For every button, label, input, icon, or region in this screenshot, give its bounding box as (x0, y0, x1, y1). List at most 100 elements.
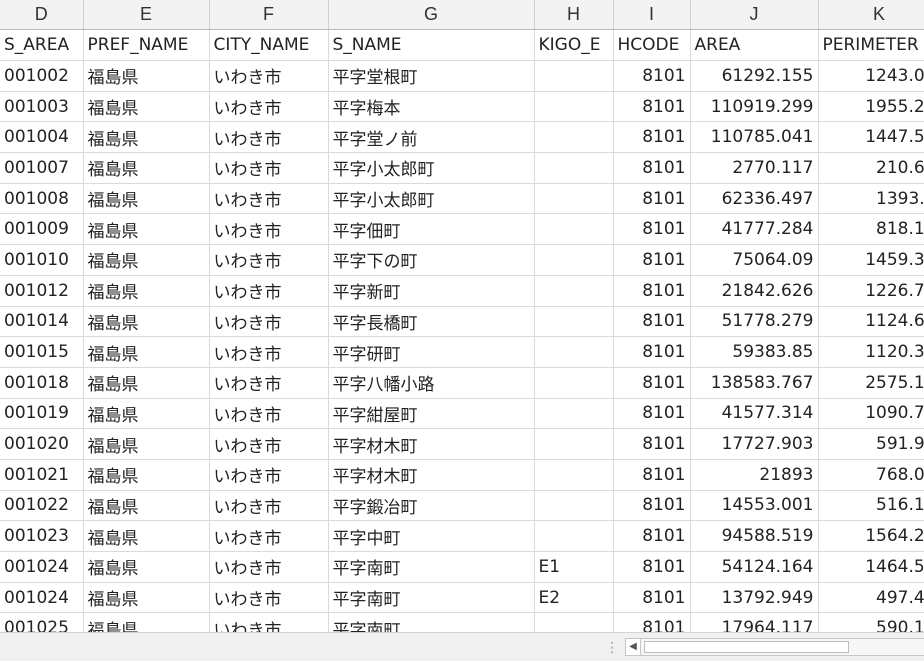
cell[interactable]: 8101 (613, 60, 691, 92)
cell[interactable] (534, 459, 614, 491)
cell[interactable]: 平字佃町 (328, 213, 535, 246)
cell[interactable]: 平字中町 (328, 520, 535, 552)
cell[interactable]: いわき市 (209, 367, 329, 399)
cell[interactable]: 001009 (0, 213, 84, 246)
cell[interactable]: 590.11 (818, 612, 924, 632)
cell[interactable]: 2575.17 (818, 367, 924, 399)
column-header-f[interactable]: F (209, 0, 329, 30)
cell[interactable] (534, 367, 614, 399)
cell[interactable] (534, 244, 614, 276)
cell[interactable]: 001002 (0, 60, 84, 92)
cell[interactable]: 21842.626 (690, 275, 819, 307)
cell[interactable] (534, 213, 614, 246)
cell[interactable] (534, 520, 614, 552)
cell[interactable]: 8101 (613, 91, 691, 123)
cell[interactable] (534, 275, 614, 307)
cell[interactable]: 8101 (613, 152, 691, 184)
column-header-d[interactable]: D (0, 0, 84, 30)
cell[interactable]: 8101 (613, 183, 691, 215)
cell[interactable]: 1447.55 (818, 121, 924, 154)
cell[interactable]: 1459.30 (818, 244, 924, 276)
cell[interactable]: 001003 (0, 91, 84, 123)
cell[interactable]: 平字堂ノ前 (328, 121, 535, 154)
cell[interactable] (534, 490, 614, 522)
cell[interactable]: 001024 (0, 582, 84, 614)
cell[interactable]: 1393.0 (818, 183, 924, 215)
cell[interactable]: E2 (534, 582, 614, 614)
cell[interactable]: 平字小太郎町 (328, 183, 535, 215)
field-cell-hcode[interactable]: HCODE (613, 29, 691, 61)
cell[interactable]: 13792.949 (690, 582, 819, 614)
cell[interactable] (534, 91, 614, 123)
cell[interactable]: 8101 (613, 367, 691, 399)
cell[interactable]: 福島県 (83, 91, 210, 123)
cell[interactable]: いわき市 (209, 520, 329, 552)
cell[interactable]: 001022 (0, 490, 84, 522)
cell[interactable]: 平字材木町 (328, 428, 535, 460)
cell[interactable]: いわき市 (209, 244, 329, 276)
cell[interactable]: いわき市 (209, 152, 329, 184)
cell[interactable]: 8101 (613, 520, 691, 552)
cell[interactable]: 1564.25 (818, 520, 924, 552)
cell[interactable]: 94588.519 (690, 520, 819, 552)
cell[interactable] (534, 428, 614, 460)
column-header-h[interactable]: H (534, 0, 614, 30)
field-cell-s-name[interactable]: S_NAME (328, 29, 535, 61)
cell[interactable]: いわき市 (209, 275, 329, 307)
cell[interactable]: 福島県 (83, 213, 210, 246)
cell[interactable]: 001010 (0, 244, 84, 276)
cell[interactable]: 8101 (613, 121, 691, 154)
cell[interactable]: 福島県 (83, 551, 210, 583)
cell[interactable]: 001004 (0, 121, 84, 154)
cell[interactable]: 平字南町 (328, 612, 535, 632)
cell[interactable]: 497.41 (818, 582, 924, 614)
cell[interactable]: 001007 (0, 152, 84, 184)
cell[interactable]: いわき市 (209, 582, 329, 614)
cell[interactable]: 8101 (613, 398, 691, 430)
column-header-e[interactable]: E (83, 0, 210, 30)
cell[interactable]: いわき市 (209, 551, 329, 583)
cell[interactable]: 516.19 (818, 490, 924, 522)
cell[interactable]: いわき市 (209, 60, 329, 92)
scroll-left-button[interactable]: ◀ (625, 638, 641, 656)
cell[interactable]: 8101 (613, 490, 691, 522)
cell[interactable]: 福島県 (83, 336, 210, 368)
cell[interactable]: 001023 (0, 520, 84, 552)
cell[interactable]: 福島県 (83, 183, 210, 215)
field-cell-perimeter[interactable]: PERIMETER (818, 29, 924, 61)
cell[interactable]: 8101 (613, 582, 691, 614)
cell[interactable]: 21893 (690, 459, 819, 491)
cell[interactable]: 1955.26 (818, 91, 924, 123)
cell[interactable]: 8101 (613, 213, 691, 246)
cell[interactable]: 福島県 (83, 121, 210, 154)
cell[interactable]: 1090.74 (818, 398, 924, 430)
cell[interactable]: いわき市 (209, 336, 329, 368)
cell[interactable]: 平字長橋町 (328, 306, 535, 338)
cell[interactable]: 平字南町 (328, 551, 535, 583)
cell[interactable]: 福島県 (83, 244, 210, 276)
cell[interactable]: 平字梅本 (328, 91, 535, 123)
cell[interactable]: いわき市 (209, 183, 329, 215)
cell[interactable]: 110919.299 (690, 91, 819, 123)
cell[interactable]: 1464.53 (818, 551, 924, 583)
cell[interactable]: 平字南町 (328, 582, 535, 614)
cell[interactable]: 平字鍛冶町 (328, 490, 535, 522)
cell[interactable]: 福島県 (83, 428, 210, 460)
cell[interactable]: E1 (534, 551, 614, 583)
cell[interactable]: 福島県 (83, 459, 210, 491)
cell[interactable]: 54124.164 (690, 551, 819, 583)
cell[interactable]: いわき市 (209, 306, 329, 338)
cell[interactable]: 001014 (0, 306, 84, 338)
cell[interactable]: 591.92 (818, 428, 924, 460)
cell[interactable]: 001024 (0, 551, 84, 583)
cell[interactable]: 138583.767 (690, 367, 819, 399)
cell[interactable]: 平字材木町 (328, 459, 535, 491)
cell[interactable]: いわき市 (209, 459, 329, 491)
column-header-g[interactable]: G (328, 0, 535, 30)
cell[interactable]: 17964.117 (690, 612, 819, 632)
cell[interactable]: いわき市 (209, 490, 329, 522)
cell[interactable]: 768.06 (818, 459, 924, 491)
cell[interactable]: 福島県 (83, 398, 210, 430)
cell[interactable]: 51778.279 (690, 306, 819, 338)
cell[interactable]: 平字堂根町 (328, 60, 535, 92)
